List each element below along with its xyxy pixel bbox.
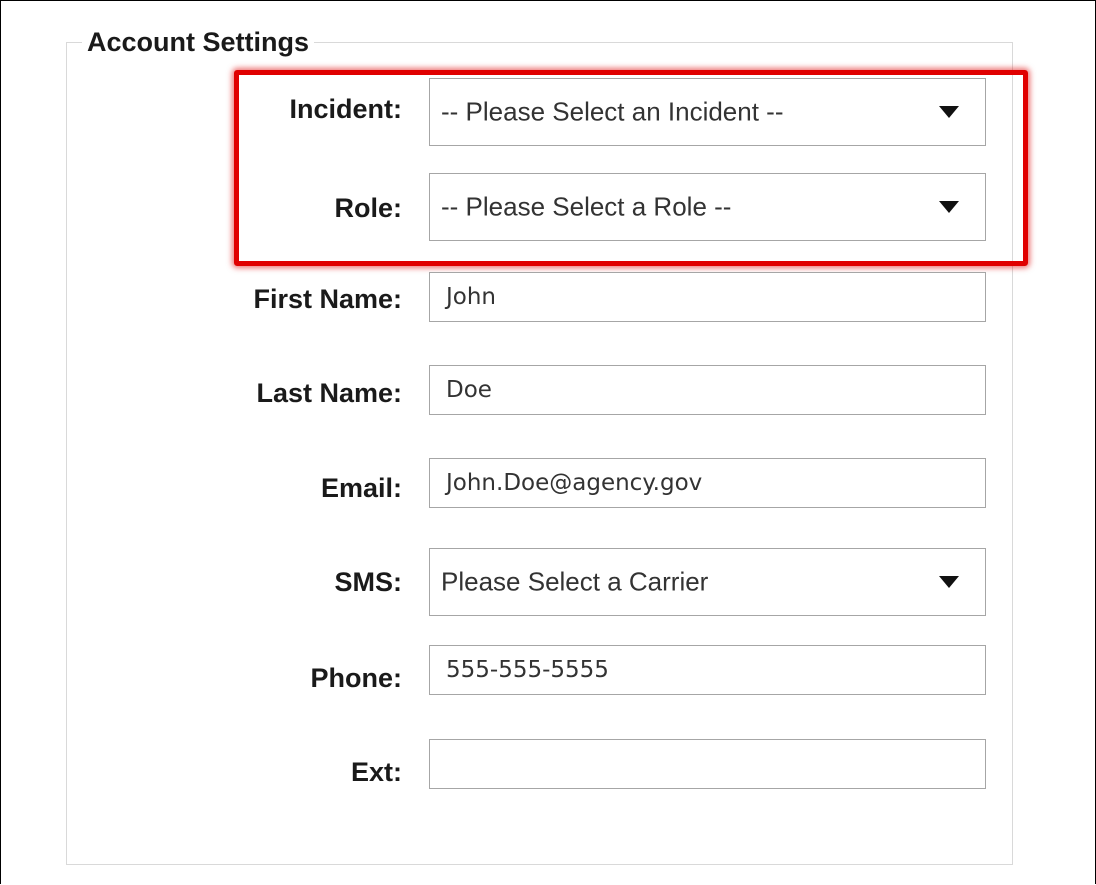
sms-label: SMS: bbox=[334, 567, 403, 597]
account-settings-legend: Account Settings bbox=[82, 22, 315, 62]
sms-carrier-select-value: Please Select a Carrier bbox=[441, 566, 709, 597]
phone-field[interactable]: 555-555-5555 bbox=[429, 645, 986, 695]
ext-label: Ext: bbox=[350, 757, 402, 787]
chevron-down-icon bbox=[939, 576, 959, 588]
first-name-label: First Name: bbox=[253, 284, 402, 314]
email-field[interactable]: John.Doe@agency.gov bbox=[429, 458, 986, 508]
first-name-field[interactable]: John bbox=[429, 272, 986, 322]
email-value: John.Doe@agency.gov bbox=[446, 470, 703, 496]
last-name-value: Doe bbox=[446, 377, 492, 403]
highlight-annotation-box bbox=[234, 70, 1028, 266]
sms-carrier-select[interactable]: Please Select a Carrier bbox=[429, 548, 986, 616]
phone-label: Phone: bbox=[310, 663, 403, 693]
last-name-field[interactable]: Doe bbox=[429, 365, 986, 415]
ext-field[interactable] bbox=[429, 739, 986, 789]
first-name-value: John bbox=[446, 284, 497, 310]
email-label: Email: bbox=[320, 473, 402, 503]
last-name-label: Last Name: bbox=[256, 378, 402, 408]
phone-value: 555-555-5555 bbox=[446, 657, 609, 683]
